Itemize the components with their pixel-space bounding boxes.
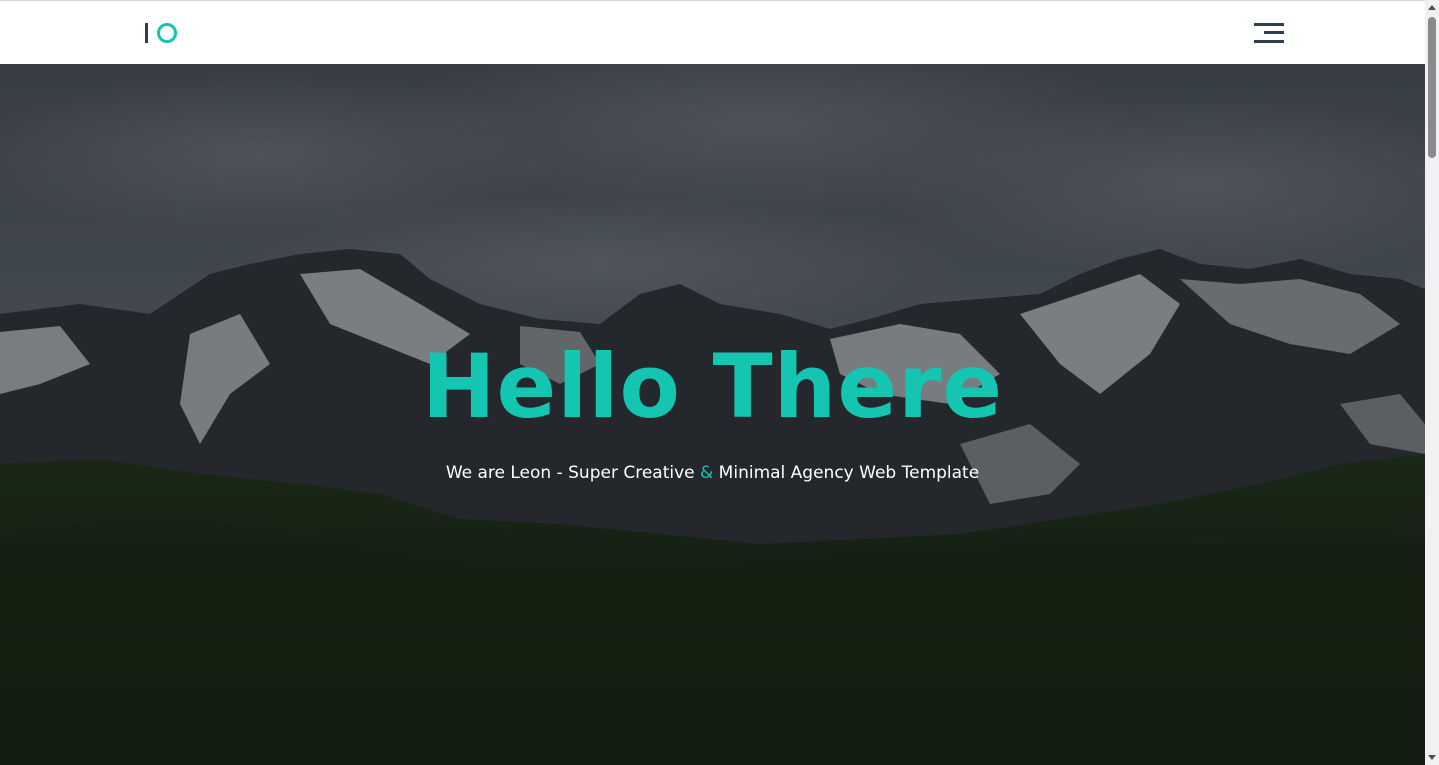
hero-section: Hello There We are Leon - Super Creative… (0, 64, 1425, 765)
scroll-up-arrow-icon[interactable] (1428, 5, 1436, 10)
menu-line (1254, 23, 1284, 26)
hero-subtitle-text-end: Minimal Agency Web Template (713, 463, 980, 483)
hero-subtitle: We are Leon - Super Creative & Minimal A… (0, 461, 1425, 485)
hero-title: Hello There (421, 335, 1004, 438)
hero-subtitle-text: We are Leon - Super Creative (445, 463, 701, 483)
site-header (0, 0, 1425, 64)
page: Hello There We are Leon - Super Creative… (0, 0, 1439, 765)
scroll-down-arrow-icon[interactable] (1428, 755, 1436, 760)
logo-bar (145, 23, 148, 43)
vertical-scrollbar[interactable] (1425, 0, 1439, 765)
logo[interactable] (145, 22, 179, 44)
hero-subtitle-ampersand: & (700, 463, 714, 483)
menu-line (1264, 31, 1284, 34)
scrollbar-thumb[interactable] (1428, 17, 1436, 158)
menu-line (1254, 40, 1284, 43)
logo-ring (157, 23, 177, 43)
hamburger-menu-icon[interactable] (1252, 23, 1284, 47)
